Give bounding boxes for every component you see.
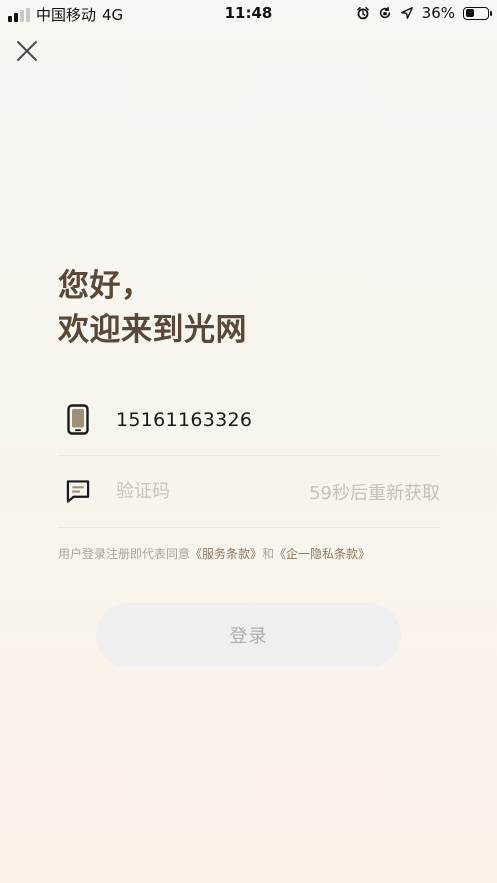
- phone-number[interactable]: 15161163326: [116, 409, 252, 431]
- privacy-terms-link[interactable]: 《企一隐私条款》: [274, 547, 370, 561]
- close-icon: [17, 41, 37, 61]
- agreement-text: 用户登录注册即代表同意《服务条款》和《企一隐私条款》: [58, 545, 370, 562]
- message-icon: [66, 475, 90, 509]
- login-button[interactable]: 登录: [96, 603, 401, 667]
- battery-icon: [463, 6, 492, 20]
- status-right: 36%: [356, 4, 492, 22]
- status-bar: 中国移动 4G 11:48 36%: [0, 0, 497, 26]
- rotation-lock-icon: [379, 6, 390, 19]
- service-terms-link[interactable]: 《服务条款》: [190, 547, 262, 561]
- code-row[interactable]: 59秒后重新获取: [58, 456, 440, 528]
- battery-fill: [465, 9, 474, 17]
- agreement-prefix: 用户登录注册即代表同意: [58, 547, 191, 561]
- agreement-and: 和: [262, 547, 275, 561]
- greeting-line-2: 欢迎来到光网: [58, 312, 247, 348]
- alarm-icon: [356, 6, 369, 20]
- phone-icon: [66, 403, 90, 437]
- location-arrow-icon: [400, 7, 413, 19]
- battery-percent: 36%: [421, 4, 455, 22]
- close-button[interactable]: [11, 35, 43, 67]
- phone-row[interactable]: 15161163326: [58, 384, 440, 456]
- verification-code-input[interactable]: [116, 481, 296, 502]
- greeting-line-1: 您好，: [58, 268, 153, 304]
- resend-code-countdown: 59秒后重新获取: [309, 482, 440, 504]
- greeting: 您好， 欢迎来到光网: [58, 264, 247, 352]
